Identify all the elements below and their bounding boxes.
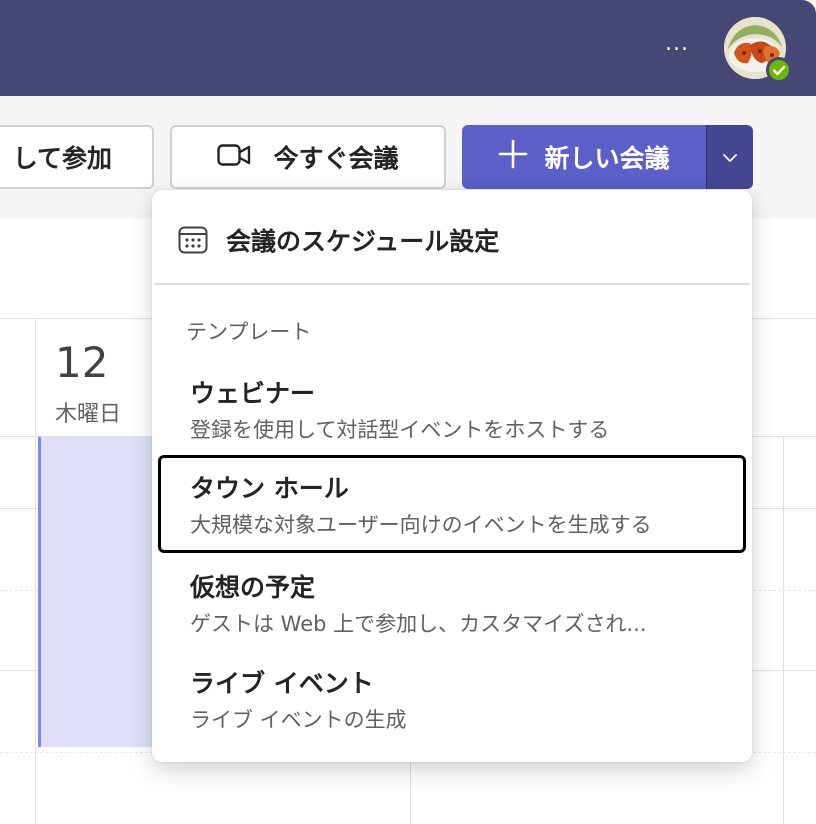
schedule-meeting-label: 会議のスケジュール設定 [226, 227, 500, 256]
meet-now-label: 今すぐ会議 [273, 144, 399, 173]
menu-divider [154, 283, 750, 285]
menu-item-title: ライブ イベント [190, 669, 374, 698]
menu-item-description: ライブ イベントの生成 [190, 708, 407, 732]
join-button[interactable]: して参加 [0, 125, 154, 189]
more-horizontal-icon: ... [665, 31, 689, 56]
plus-icon [498, 139, 528, 175]
menu-item-title: ウェビナー [190, 379, 316, 408]
templates-section-label: テンプレート [186, 320, 312, 344]
meet-now-button[interactable]: 今すぐ会議 [170, 125, 446, 189]
menu-item-description: 登録を使用して対話型イベントをホストする [190, 418, 610, 442]
new-meeting-dropdown-button[interactable] [706, 125, 753, 189]
menu-item-description: 大規模な対象ユーザー向けのイベントを生成する [190, 513, 652, 537]
join-button-label: して参加 [12, 144, 112, 173]
menu-item-schedule-meeting[interactable]: 会議のスケジュール設定 [152, 190, 752, 284]
video-camera-icon [217, 143, 251, 172]
grid-line [783, 436, 784, 824]
menu-item-title: 仮想の予定 [190, 573, 316, 602]
menu-item-town-hall[interactable]: タウン ホール 大規模な対象ユーザー向けのイベントを生成する [158, 455, 746, 553]
chevron-down-icon [722, 148, 738, 167]
menu-item-description: ゲストは Web 上で参加し、カスタマイズされ... [190, 612, 647, 636]
menu-item-title: タウン ホール [190, 474, 349, 503]
new-meeting-menu: 会議のスケジュール設定 テンプレート ウェビナー 登録を使用して対話型イベントを… [152, 190, 752, 762]
menu-item-webinar[interactable]: ウェビナー 登録を使用して対話型イベントをホストする [158, 360, 746, 458]
day-number: 12 [55, 338, 109, 387]
calendar-event[interactable] [38, 437, 168, 747]
more-options-button[interactable]: ... [660, 31, 694, 62]
day-name: 木曜日 [55, 402, 122, 427]
menu-item-live-event[interactable]: ライブ イベント ライブ イベントの生成 [158, 650, 746, 748]
new-meeting-label: 新しい会議 [544, 144, 670, 173]
menu-item-virtual-appointment[interactable]: 仮想の予定 ゲストは Web 上で参加し、カスタマイズされ... [158, 554, 746, 652]
presence-available-icon [766, 57, 792, 83]
grid-line [35, 318, 36, 824]
new-meeting-button[interactable]: 新しい会議 [462, 125, 706, 189]
calendar-icon [178, 226, 208, 258]
